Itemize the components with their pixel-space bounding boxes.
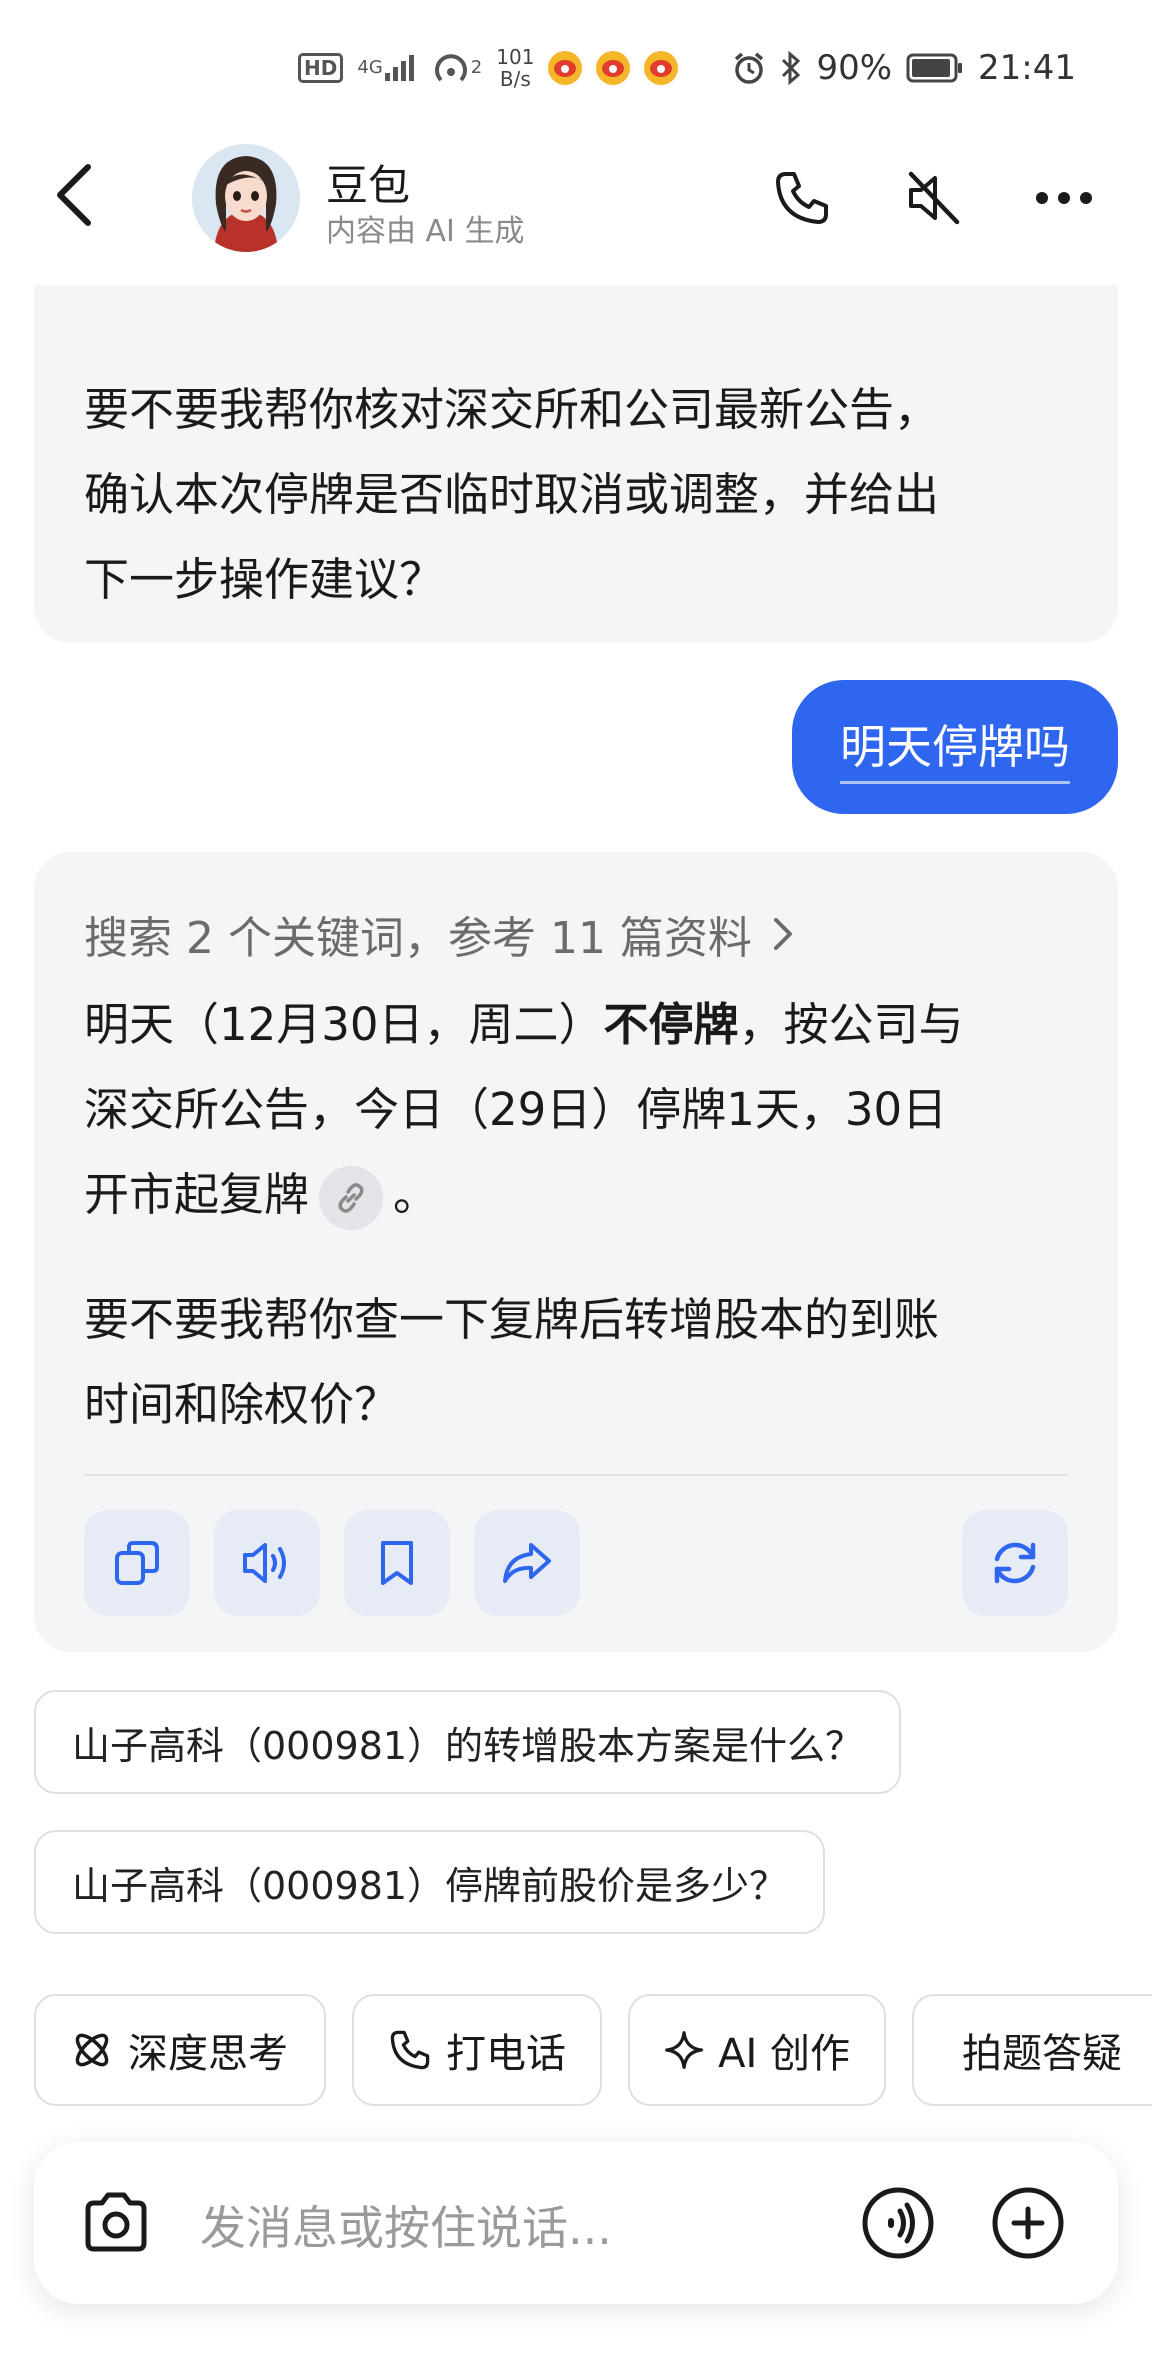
share-icon xyxy=(503,1543,551,1583)
call-button[interactable] xyxy=(762,158,842,238)
mute-button[interactable] xyxy=(893,158,973,238)
atom-icon xyxy=(75,2033,109,2067)
camera-button[interactable] xyxy=(76,2183,156,2263)
camera-icon xyxy=(85,2192,147,2252)
answer-line-1: 明天（12月30日，周二）不停牌，按公司与 xyxy=(34,982,1118,1067)
ai-message: 搜索 2 个关键词，参考 11 篇资料 明天（12月30日，周二）不停牌，按公司… xyxy=(34,852,1118,1652)
alarm-icon xyxy=(732,51,766,85)
suggested-question[interactable]: 山子高科（000981）停牌前股价是多少？ xyxy=(34,1830,826,1934)
back-button[interactable] xyxy=(44,155,104,235)
copy-button[interactable] xyxy=(84,1510,190,1616)
read-aloud-button[interactable] xyxy=(214,1510,320,1616)
add-button[interactable] xyxy=(988,2183,1068,2263)
weibo-icon xyxy=(548,51,583,85)
clock: 21:41 xyxy=(978,48,1076,88)
text-line: 下一步操作建议？ xyxy=(84,553,445,606)
hd-icon: HD xyxy=(298,53,344,83)
copy-icon xyxy=(115,1541,159,1585)
phone-icon xyxy=(390,2030,430,2070)
reference-link-button[interactable] xyxy=(319,1166,384,1230)
user-message[interactable]: 明天停牌吗 xyxy=(792,680,1118,814)
tool-label: 拍题答疑 xyxy=(962,2031,1122,2077)
previous-followup: 要不要我帮你核对深交所和公司最新公告， 确认本次停牌是否临时取消或调整，并给出 … xyxy=(34,367,989,622)
more-icon xyxy=(1036,192,1092,204)
answer-text: ，按公司与 xyxy=(738,998,964,1051)
tool-photo-answer[interactable]: 拍题答疑 xyxy=(912,1994,1152,2106)
chevron-left-icon xyxy=(57,164,91,226)
more-button[interactable] xyxy=(1024,158,1104,238)
followup-line: 时间和除权价？ xyxy=(84,1378,400,1431)
status-icons: HD 4G 2 101 B/s 90% 21:41 xyxy=(298,44,1076,92)
answer-text: 明天（12月30日，周二） xyxy=(84,998,604,1051)
tool-label: 深度思考 xyxy=(128,2031,288,2077)
followup-line: 要不要我帮你查一下复牌后转增股本的到账 xyxy=(84,1293,940,1346)
bluetooth-icon xyxy=(780,51,802,85)
ai-message-previous: 3. 联系券商客服获取权威执行日程。 要不要我帮你核对深交所和公司最新公告， 确… xyxy=(34,235,1118,643)
tool-ai-create[interactable]: AI 创作 xyxy=(628,1994,886,2106)
chevron-right-icon xyxy=(773,918,792,950)
speaker-muted-icon xyxy=(908,171,960,225)
tool-deep-think[interactable]: 深度思考 xyxy=(34,1994,326,2106)
sparkle-icon xyxy=(665,2031,703,2069)
hotspot-icon: 2 xyxy=(431,50,482,86)
tool-label: AI 创作 xyxy=(718,2031,850,2077)
avatar[interactable] xyxy=(192,144,300,252)
weibo-icon xyxy=(596,51,631,85)
voice-icon xyxy=(862,2187,934,2259)
search-summary-text: 搜索 2 个关键词，参考 11 篇资料 xyxy=(84,913,752,964)
search-summary[interactable]: 搜索 2 个关键词，参考 11 篇资料 xyxy=(84,902,798,966)
plus-icon xyxy=(992,2187,1064,2259)
answer-text: 。 xyxy=(393,1168,439,1221)
user-message-text: 明天停牌吗 xyxy=(840,711,1070,784)
message-input-bar: 发消息或按住说话... xyxy=(34,2142,1118,2304)
answer-body: 明天（12月30日，周二）不停牌，按公司与 深交所公告，今日（29日）停牌1天，… xyxy=(34,982,1118,1447)
text-line: 要不要我帮你核对深交所和公司最新公告， xyxy=(84,383,940,436)
divider xyxy=(84,1474,1068,1476)
share-button[interactable] xyxy=(474,1510,580,1616)
bookmark-icon xyxy=(381,1541,413,1585)
ai-disclaimer: 内容由 AI 生成 xyxy=(326,214,525,249)
suggested-question[interactable]: 山子高科（000981）的转增股本方案是什么？ xyxy=(34,1690,902,1794)
speaker-icon xyxy=(243,1543,286,1583)
refresh-icon xyxy=(994,1542,1036,1584)
chat-header: 豆包 内容由 AI 生成 xyxy=(0,130,1152,285)
link-icon xyxy=(338,1183,364,1213)
bot-name: 豆包 xyxy=(326,161,411,210)
network-speed: 101 B/s xyxy=(496,45,535,91)
signal-icon: 4G xyxy=(357,53,416,83)
message-input[interactable]: 发消息或按住说话... xyxy=(200,2192,612,2258)
answer-emphasis: 不停牌 xyxy=(603,998,739,1051)
battery-icon xyxy=(906,53,964,83)
answer-text: 开市起复牌 xyxy=(84,1168,310,1221)
weibo-icon xyxy=(644,51,679,85)
answer-line-2: 深交所公告，今日（29日）停牌1天，30日 xyxy=(84,1083,948,1136)
text-line: 确认本次停牌是否临时取消或调整，并给出 xyxy=(84,468,940,521)
battery-percent: 90% xyxy=(816,48,893,88)
answer-line-3: 开市起复牌 。 xyxy=(34,1152,1118,1237)
tool-phone-call[interactable]: 打电话 xyxy=(352,1994,602,2106)
regenerate-button[interactable] xyxy=(962,1510,1068,1616)
voice-button[interactable] xyxy=(858,2183,938,2263)
tool-label: 打电话 xyxy=(446,2031,566,2077)
status-bar: HD 4G 2 101 B/s 90% 21:41 xyxy=(0,0,1152,130)
phone-icon xyxy=(776,172,828,224)
bookmark-button[interactable] xyxy=(344,1510,450,1616)
